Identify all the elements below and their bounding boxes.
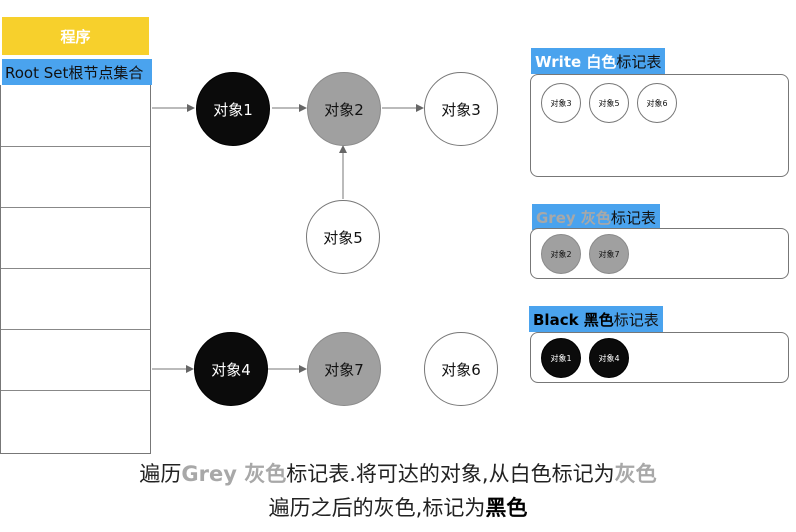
caption-1c: 标记表.将可达的对象,从白色标记为 bbox=[286, 462, 615, 486]
caption-2a: 遍历之后的灰色,标记为 bbox=[268, 496, 486, 520]
caption-1b: Grey 灰色 bbox=[181, 462, 287, 486]
caption-line-1: 遍历Grey 灰色标记表.将可达的对象,从白色标记为灰色 bbox=[0, 458, 796, 488]
black-table-item: 对象1 bbox=[541, 338, 581, 378]
white-table-item: 对象6 bbox=[637, 83, 677, 123]
grey-table-item: 对象7 bbox=[589, 234, 629, 274]
white-table-item: 对象3 bbox=[541, 83, 581, 123]
white-table-item: 对象5 bbox=[589, 83, 629, 123]
white-table-title-bold: Write 白色 bbox=[535, 52, 617, 71]
object-5-node: 对象5 bbox=[306, 200, 380, 274]
object-3-node: 对象3 bbox=[424, 72, 498, 146]
caption-1a: 遍历 bbox=[139, 462, 182, 486]
white-table-title-rest: 标记表 bbox=[616, 52, 662, 71]
object-1-node: 对象1 bbox=[196, 72, 270, 146]
caption-1d: 灰色 bbox=[614, 462, 657, 486]
black-table-item: 对象4 bbox=[589, 338, 629, 378]
grey-table-title-rest: 标记表 bbox=[610, 208, 656, 227]
caption-line-2: 遍历之后的灰色,标记为黑色 bbox=[0, 492, 796, 522]
grey-mark-table: 对象2 对象7 bbox=[530, 228, 789, 279]
object-4-node: 对象4 bbox=[194, 332, 268, 406]
grey-table-label: Grey 灰色 标记表 bbox=[532, 204, 660, 230]
black-mark-table: 对象1 对象4 bbox=[530, 332, 789, 383]
object-2-node: 对象2 bbox=[307, 72, 381, 146]
grey-table-title-bold: Grey 灰色 bbox=[536, 208, 611, 227]
black-table-title-bold: Black 黑色 bbox=[533, 310, 614, 329]
object-7-node: 对象7 bbox=[307, 332, 381, 406]
black-table-label: Black 黑色 标记表 bbox=[529, 306, 663, 332]
grey-table-item: 对象2 bbox=[541, 234, 581, 274]
object-6-node: 对象6 bbox=[424, 332, 498, 406]
white-table-label: Write 白色 标记表 bbox=[531, 48, 666, 74]
black-table-title-rest: 标记表 bbox=[613, 310, 659, 329]
caption-2b: 黑色 bbox=[485, 496, 528, 520]
white-mark-table: 对象3 对象5 对象6 bbox=[530, 74, 789, 177]
